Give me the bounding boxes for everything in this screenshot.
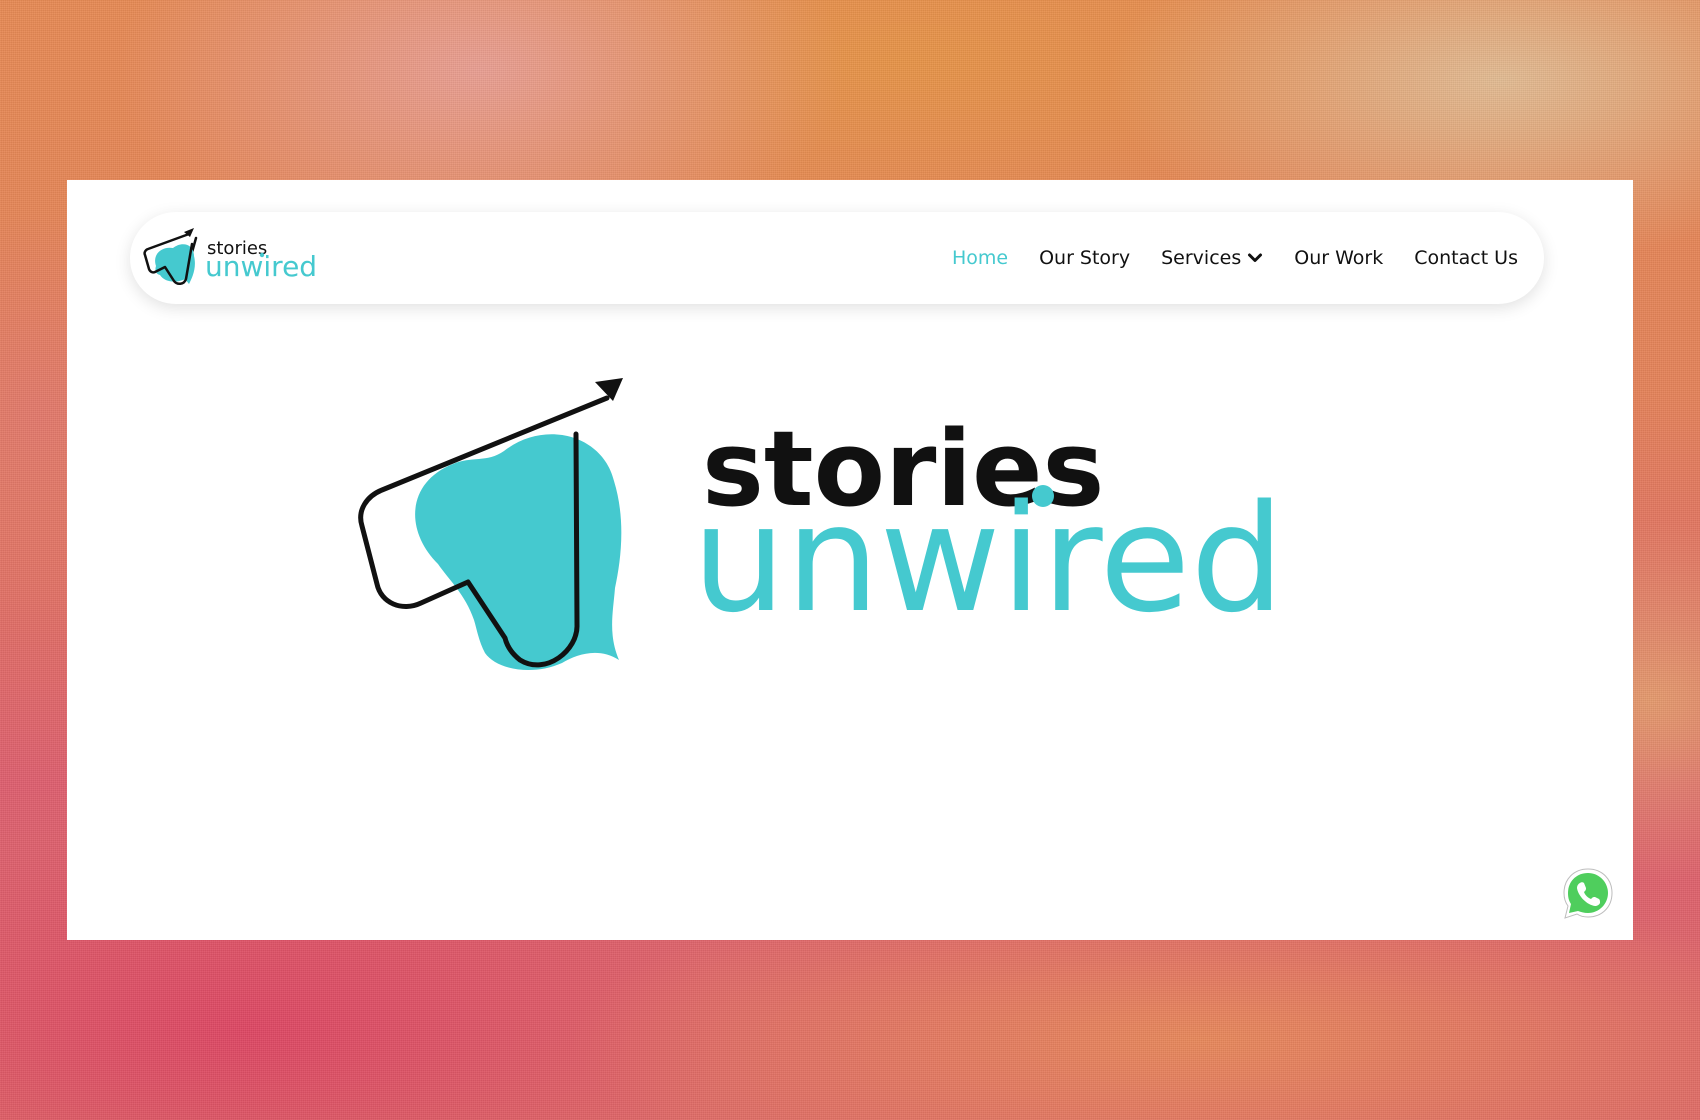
nav-item-services[interactable]: Services: [1161, 247, 1263, 269]
whatsapp-icon: [1563, 868, 1613, 919]
nav-item-our-story-label: Our Story: [1039, 247, 1131, 269]
hero-logo-word-unwired: unwired: [692, 473, 1284, 645]
site-logo[interactable]: stories unwired: [142, 226, 332, 290]
nav-menu: Home Our Story Services Our Work Contact…: [952, 212, 1518, 304]
nav-item-our-work[interactable]: Our Work: [1294, 247, 1383, 269]
nav-item-our-work-label: Our Work: [1294, 247, 1384, 269]
nav-item-contact-us-label: Contact Us: [1414, 247, 1518, 269]
nav-item-our-story[interactable]: Our Story: [1039, 247, 1130, 269]
nav-item-services-label: Services: [1161, 247, 1242, 269]
hero-brand-logo: stories unwired: [358, 378, 1284, 671]
chevron-down-icon: [1248, 253, 1263, 262]
whatsapp-chat-button[interactable]: [1560, 866, 1616, 922]
website-viewport: stories unwired Home Our Story Services …: [67, 180, 1633, 940]
site-logo-word-unwired: unwired: [205, 250, 317, 283]
nav-item-contact-us[interactable]: Contact Us: [1414, 247, 1518, 269]
nav-item-home-label: Home: [951, 247, 1009, 269]
main-navbar: stories unwired Home Our Story Services …: [130, 212, 1544, 304]
nav-item-home[interactable]: Home: [952, 247, 1008, 269]
